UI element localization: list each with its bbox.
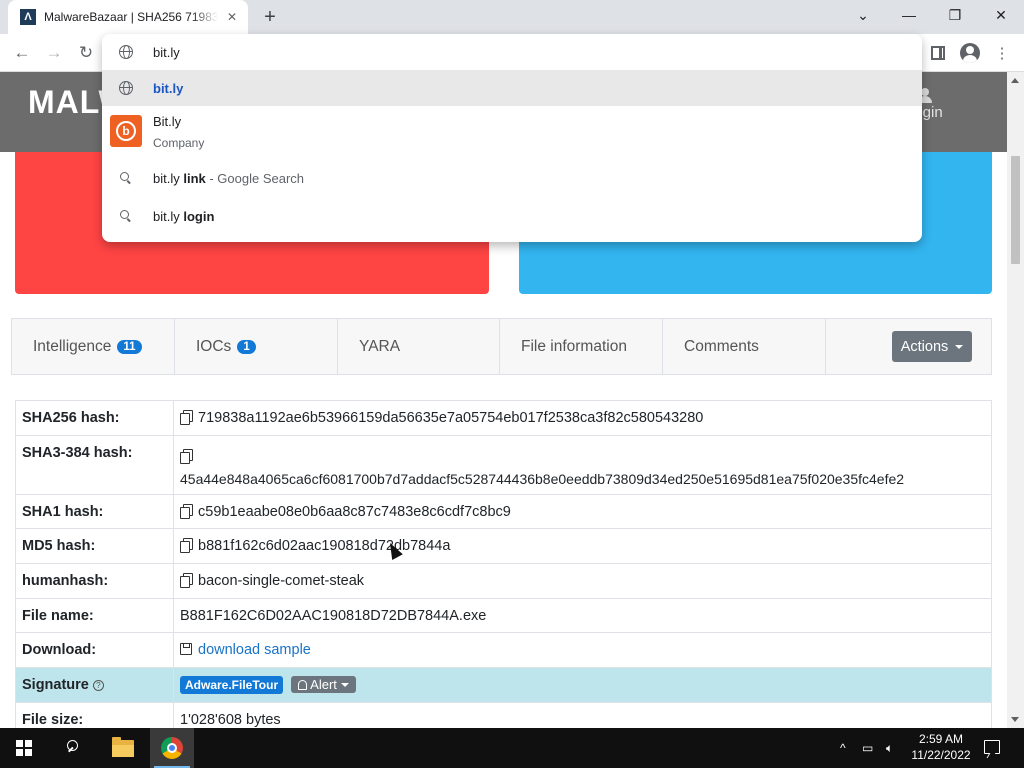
profile-button[interactable] <box>956 41 984 65</box>
search-icon <box>120 172 131 183</box>
search-icon <box>120 210 131 221</box>
signature-badge[interactable]: Adware.FileTour <box>180 676 284 694</box>
table-row: Signature? Adware.FileTour Alert <box>15 667 992 703</box>
start-button[interactable] <box>16 740 32 756</box>
copy-icon[interactable] <box>180 503 193 519</box>
row-key: SHA256 hash: <box>15 400 174 436</box>
malwarebazaar-favicon-icon: Λ <box>20 9 36 25</box>
tab-search-icon[interactable]: ⌄ <box>840 0 886 30</box>
sha3-value: 45a44e848a4065ca6cf6081700b7d7addacf5c52… <box>180 471 905 487</box>
globe-icon <box>119 45 133 59</box>
suggestion-entity-subtitle: Company <box>153 136 205 150</box>
iocs-count-badge: 1 <box>237 339 256 354</box>
tray-chevron-icon[interactable]: ^ <box>840 728 846 768</box>
caret-down-icon <box>955 344 964 349</box>
network-icon[interactable]: ▭ <box>862 728 873 768</box>
row-key: MD5 hash: <box>15 528 174 564</box>
page-scrollbar[interactable] <box>1007 72 1024 728</box>
scrollbar-thumb[interactable] <box>1011 156 1020 264</box>
copy-icon[interactable] <box>180 410 193 425</box>
tab-file-information[interactable]: File information <box>500 319 663 374</box>
scroll-up-arrow-icon[interactable] <box>1011 78 1019 83</box>
copy-icon[interactable] <box>180 449 193 464</box>
browser-tabstrip: Λ MalwareBazaar | SHA256 719838a1192ae6b… <box>0 0 1024 34</box>
forward-button[interactable]: → <box>40 41 68 65</box>
help-icon[interactable]: ? <box>92 680 104 691</box>
row-key: File name: <box>15 598 174 633</box>
address-bar-input[interactable]: bit.ly <box>153 45 180 60</box>
download-sample-link[interactable]: download sample <box>198 642 311 658</box>
filename-value: B881F162C6D02AAC190818D72DB7844A.exe <box>173 598 992 633</box>
row-key: Download: <box>15 632 174 668</box>
browser-tab-active[interactable]: Λ MalwareBazaar | SHA256 719838a1192ae6b… <box>8 0 248 34</box>
suggestion-search-login[interactable]: bit.ly login <box>102 198 922 234</box>
volume-icon[interactable]: 🔈︎ <box>886 728 893 768</box>
omnibox-input-row[interactable]: bit.ly <box>102 34 922 70</box>
sha256-value: 719838a1192ae6b53966159da56635e7a05754eb… <box>198 410 704 426</box>
floppy-disk-icon <box>180 643 192 655</box>
taskbar-chrome-button[interactable] <box>150 728 194 768</box>
scroll-down-arrow-icon[interactable] <box>1011 717 1019 722</box>
row-key: humanhash: <box>15 563 174 599</box>
table-row: humanhash: bacon-single-comet-steak <box>15 563 992 599</box>
sample-tabs: Intelligence 11 IOCs 1 YARA File informati… <box>11 318 992 375</box>
profile-avatar-icon <box>960 43 980 63</box>
tab-intelligence[interactable]: Intelligence 11 <box>12 319 175 374</box>
sha1-value: c59b1eaabe08e0b6aa8c87c7483e8c6cdf7c8bc9 <box>198 503 511 520</box>
maximize-button[interactable]: ❐ <box>932 0 978 30</box>
tab-title: MalwareBazaar | SHA256 719838a1192ae6b53… <box>44 10 218 24</box>
taskbar-search-icon[interactable] <box>64 740 80 756</box>
actions-dropdown-button[interactable]: Actions <box>892 331 972 362</box>
side-panel-icon <box>931 46 945 60</box>
md5-value: b881f162c6d02aac190818d72db7844a <box>198 538 451 554</box>
table-row: SHA256 hash: 719838a1192ae6b53966159da56… <box>15 400 992 436</box>
copy-icon[interactable] <box>180 538 193 553</box>
humanhash-value: bacon-single-comet-steak <box>198 573 365 589</box>
suggestion-entity[interactable]: b Bit.ly Company <box>102 106 922 156</box>
suggestion-url[interactable]: bit.ly <box>102 70 922 106</box>
bitly-logo-icon: b <box>110 115 142 147</box>
table-row: MD5 hash: b881f162c6d02aac190818d72db784… <box>15 528 992 564</box>
new-tab-button[interactable]: + <box>258 6 282 28</box>
row-key: SHA3-384 hash: <box>15 435 174 495</box>
minimize-button[interactable]: — <box>886 0 932 30</box>
alert-dropdown-button[interactable]: Alert <box>291 676 356 693</box>
intelligence-count-badge: 11 <box>117 339 142 354</box>
suggestion-url-text: bit.ly <box>153 81 184 96</box>
tab-close-icon[interactable]: ✕ <box>224 9 240 25</box>
side-panel-button[interactable] <box>924 41 952 65</box>
browser-menu-button[interactable]: ⋮ <box>988 41 1016 65</box>
taskbar-clock[interactable]: 2:59 AM 11/22/2022 <box>906 731 976 763</box>
windows-taskbar: ^ ▭ 🔈︎ 2:59 AM 11/22/2022 <box>0 728 1024 768</box>
close-window-button[interactable]: ✕ <box>978 0 1024 30</box>
tab-comments[interactable]: Comments <box>663 319 826 374</box>
chrome-icon <box>161 737 183 759</box>
notification-icon[interactable] <box>984 740 1000 754</box>
tab-yara[interactable]: YARA <box>338 319 500 374</box>
suggestion-entity-title: Bit.ly <box>153 114 182 129</box>
row-key: SHA1 hash: <box>15 494 174 529</box>
file-explorer-icon[interactable] <box>112 737 134 757</box>
bell-icon <box>298 680 308 690</box>
copy-icon[interactable] <box>180 573 193 588</box>
globe-icon <box>119 81 133 95</box>
table-row: SHA3-384 hash: 45a44e848a4065ca6cf608170… <box>15 435 992 495</box>
omnibox-dropdown: bit.ly bit.ly b Bit.ly Company bit.ly li… <box>102 34 922 242</box>
table-row: SHA1 hash: c59b1eaabe08e0b6aa8c87c7483e8… <box>15 494 992 529</box>
row-key: Signature <box>22 677 89 693</box>
file-info-table: SHA256 hash: 719838a1192ae6b53966159da56… <box>15 400 992 737</box>
table-row: Download: download sample <box>15 632 992 668</box>
caret-down-icon <box>340 683 349 687</box>
tab-iocs[interactable]: IOCs 1 <box>175 319 338 374</box>
back-button[interactable]: ← <box>8 41 36 65</box>
reload-button[interactable]: ↻ <box>72 41 100 65</box>
table-row: File name: B881F162C6D02AAC190818D72DB78… <box>15 598 992 633</box>
suggestion-search-link[interactable]: bit.ly link - Google Search <box>102 160 922 196</box>
